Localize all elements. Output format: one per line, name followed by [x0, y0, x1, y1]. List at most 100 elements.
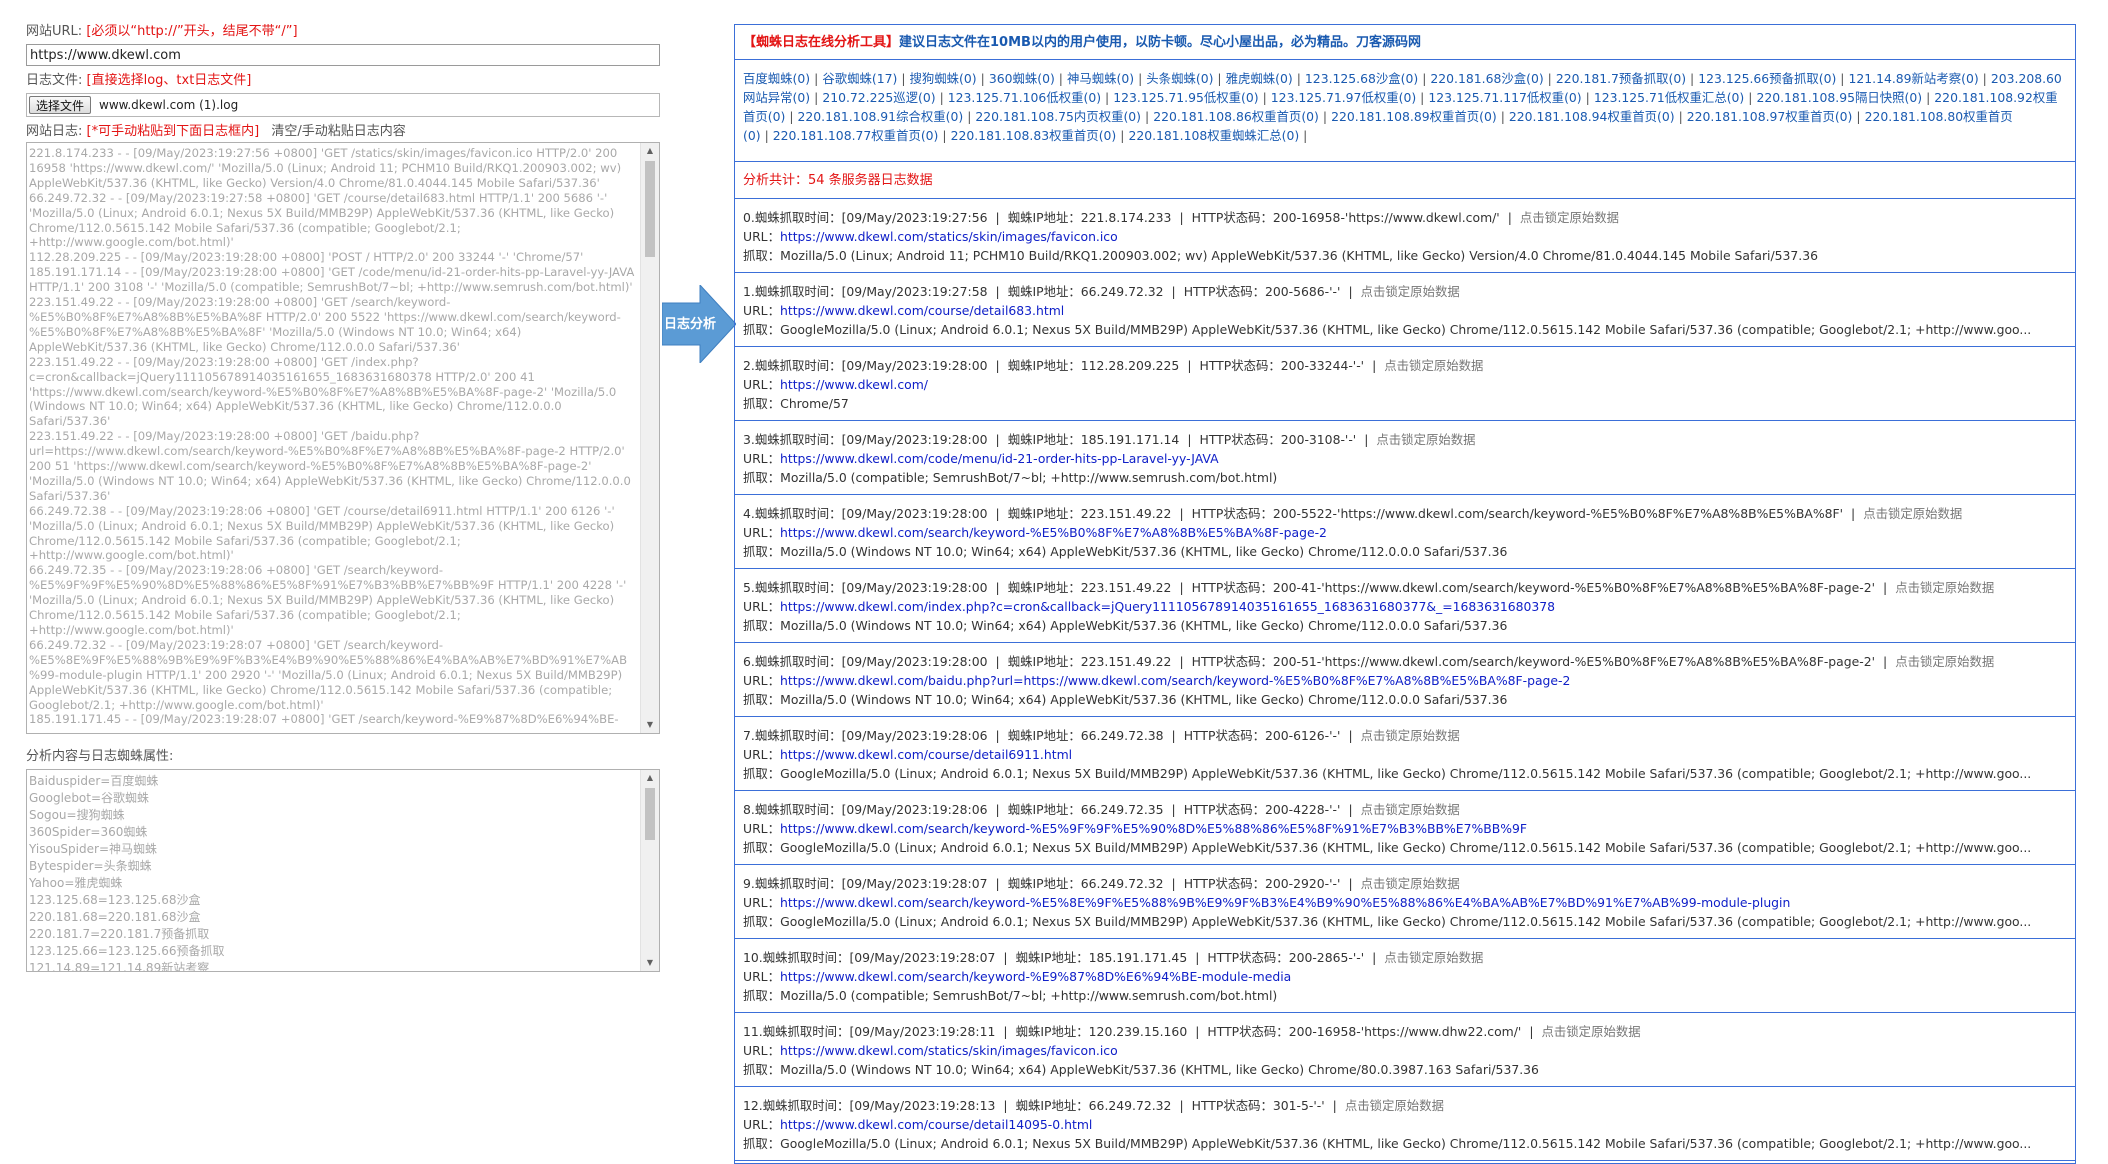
log-entry: 0.蜘蛛抓取时间：[09/May/2023:19:27:56 | 蜘蛛IP地址：22…: [735, 199, 2075, 273]
time-label: 蜘蛛抓取时间：: [762, 950, 850, 965]
log-hint: [*可手动粘贴到下面日志框内]: [86, 124, 260, 139]
lock-raw-data-link[interactable]: 点击锁定原始数据: [1361, 728, 1460, 743]
lock-raw-data-link[interactable]: 点击锁定原始数据: [1384, 950, 1483, 965]
ua-label: 抓取：: [743, 470, 781, 485]
entry-url-link[interactable]: https://www.dkewl.com/course/detail14095…: [780, 1117, 1092, 1132]
scroll-up-icon[interactable]: ▲: [641, 143, 659, 159]
ip-label: 蜘蛛IP地址：: [1007, 284, 1081, 299]
time-label: 蜘蛛抓取时间：: [754, 580, 842, 595]
log-entry: 3.蜘蛛抓取时间：[09/May/2023:19:28:00 | 蜘蛛IP地址：18…: [735, 421, 2075, 495]
separator: |: [995, 432, 1000, 447]
separator: |: [1547, 71, 1552, 86]
url-label-row: 网站URL: [必须以“http://”开头，结尾不带“/”]: [26, 22, 662, 42]
separator: |: [1883, 580, 1888, 595]
log-entry: 7.蜘蛛抓取时间：[09/May/2023:19:28:06 | 蜘蛛IP地址：66…: [735, 717, 2075, 791]
spider-count-item: 123.125.71低权重汇总(0): [1593, 90, 1745, 105]
time-label: 蜘蛛抓取时间：: [754, 506, 842, 521]
separator: |: [1678, 109, 1683, 124]
entry-index: 0.: [743, 210, 755, 225]
spider-count-item: 百度蜘蛛(0): [743, 71, 811, 86]
separator: |: [995, 876, 1000, 891]
http-status: 200-2865-'-': [1288, 950, 1365, 965]
separator: |: [789, 109, 794, 124]
lock-raw-data-link[interactable]: 点击锁定原始数据: [1361, 284, 1460, 299]
choose-file-button[interactable]: 选择文件: [29, 96, 92, 114]
log-textarea[interactable]: 221.8.174.233 - - [09/May/2023:19:27:56 …: [27, 143, 659, 733]
http-status: 200-33244-'-': [1280, 358, 1365, 373]
url-label: URL：: [743, 673, 780, 688]
spider-count-item: 123.125.71.97低权重(0): [1270, 90, 1417, 105]
clear-paste-link[interactable]: 清空/手动粘贴日志内容: [271, 124, 405, 139]
ip-label: 蜘蛛IP地址：: [1007, 654, 1081, 669]
log-entry: 4.蜘蛛抓取时间：[09/May/2023:19:28:00 | 蜘蛛IP地址：22…: [735, 495, 2075, 569]
entry-url-link[interactable]: https://www.dkewl.com/index.php?c=cron&c…: [780, 599, 1555, 614]
lock-raw-data-link[interactable]: 点击锁定原始数据: [1361, 802, 1460, 817]
entry-url-link[interactable]: https://www.dkewl.com/search/keyword-%E9…: [780, 969, 1291, 984]
entry-url-link[interactable]: https://www.dkewl.com/search/keyword-%E5…: [780, 525, 1327, 540]
lock-raw-data-link[interactable]: 点击锁定原始数据: [1361, 876, 1460, 891]
separator: |: [1179, 210, 1184, 225]
http-status: 200-16958-'https://www.dkewl.com/': [1272, 210, 1500, 225]
lock-raw-data-link[interactable]: 点击锁定原始数据: [1895, 580, 1994, 595]
attr-textarea[interactable]: Baiduspider=百度蜘蛛 Googlebot=谷歌蜘蛛 Sogou=搜狗…: [27, 770, 659, 971]
user-agent: Mozilla/5.0 (Windows NT 10.0; Win64; x64…: [780, 1062, 1539, 1077]
entry-url-link[interactable]: https://www.dkewl.com/course/detail6911.…: [780, 747, 1072, 762]
entry-ua-line: 抓取：Mozilla/5.0 (Windows NT 10.0; Win64; …: [743, 542, 2067, 561]
separator: |: [1145, 109, 1150, 124]
lock-raw-data-link[interactable]: 点击锁定原始数据: [1384, 358, 1483, 373]
spider-ip: 185.191.171.14: [1080, 432, 1180, 447]
time-label: 蜘蛛抓取时间：: [754, 654, 842, 669]
entry-index: 11.: [743, 1024, 763, 1039]
crawl-time: [09/May/2023:19:28:06: [841, 728, 988, 743]
spider-count-item: 220.181.68沙盒(0): [1430, 71, 1544, 86]
file-hint: [直接选择log、txt日志文件]: [86, 73, 252, 88]
separator: |: [814, 90, 819, 105]
spider-count-item: 220.181.108.75内页权重(0): [975, 109, 1142, 124]
lock-raw-data-link[interactable]: 点击锁定原始数据: [1863, 506, 1962, 521]
entry-ua-line: 抓取：Mozilla/5.0 (compatible; SemrushBot/7…: [743, 468, 2067, 487]
separator: |: [995, 210, 1000, 225]
analyze-arrow-button[interactable]: 日志分析: [662, 285, 736, 363]
lock-raw-data-link[interactable]: 点击锁定原始数据: [1520, 210, 1619, 225]
user-agent: GoogleMozilla/5.0 (Linux; Android 6.0.1;…: [780, 322, 2032, 337]
lock-raw-data-link[interactable]: 点击锁定原始数据: [1376, 432, 1475, 447]
analyze-label: 日志分析: [663, 317, 716, 332]
log-scrollbar[interactable]: ▲ ▼: [640, 143, 659, 733]
entry-url-line: URL：https://www.dkewl.com/code/menu/id-2…: [743, 449, 2067, 468]
entry-url-link[interactable]: https://www.dkewl.com/baidu.php?url=http…: [780, 673, 1570, 688]
file-label-row: 日志文件: [直接选择log、txt日志文件]: [26, 71, 662, 91]
crawl-time: [09/May/2023:19:28:00: [841, 580, 988, 595]
separator: |: [939, 90, 944, 105]
entry-url-link[interactable]: https://www.dkewl.com/statics/skin/image…: [780, 229, 1118, 244]
ua-label: 抓取：: [743, 322, 781, 337]
separator: |: [1883, 654, 1888, 669]
entry-url-link[interactable]: https://www.dkewl.com/statics/skin/image…: [780, 1043, 1118, 1058]
spider-count-item: 220.181.108.77权重首页(0): [772, 128, 939, 143]
entry-url-link[interactable]: https://www.dkewl.com/course/detail683.h…: [780, 303, 1064, 318]
entry-url-link[interactable]: https://www.dkewl.com/search/keyword-%E5…: [780, 821, 1527, 836]
lock-raw-data-link[interactable]: 点击锁定原始数据: [1542, 1024, 1641, 1039]
crawl-time: [09/May/2023:19:28:00: [841, 358, 988, 373]
lock-raw-data-link[interactable]: 点击锁定原始数据: [1345, 1098, 1444, 1113]
url-label: URL：: [743, 747, 780, 762]
spider-ip: 221.8.174.233: [1080, 210, 1172, 225]
site-url-input[interactable]: [26, 44, 660, 66]
url-hint: [必须以“http://”开头，结尾不带“/”]: [86, 24, 298, 39]
scroll-thumb[interactable]: [645, 161, 655, 257]
separator: |: [1840, 71, 1845, 86]
attr-scrollbar[interactable]: ▲ ▼: [640, 770, 659, 971]
entry-url-link[interactable]: https://www.dkewl.com/search/keyword-%E5…: [780, 895, 1790, 910]
scroll-up-icon[interactable]: ▲: [641, 770, 659, 786]
scroll-down-icon[interactable]: ▼: [641, 717, 659, 733]
entry-url-link[interactable]: https://www.dkewl.com/code/menu/id-21-or…: [780, 451, 1219, 466]
status-label: HTTP状态码：: [1183, 802, 1266, 817]
spider-count-item: 123.125.71.117低权重(0): [1428, 90, 1582, 105]
entry-meta-line: 4.蜘蛛抓取时间：[09/May/2023:19:28:00 | 蜘蛛IP地址：22…: [743, 504, 2067, 523]
spider-summary: 百度蜘蛛(0) | 谷歌蜘蛛(17) | 搜狗蜘蛛(0) | 360蜘蛛(0) | 神马蜘蛛(0…: [735, 60, 2075, 162]
scroll-thumb[interactable]: [645, 788, 655, 840]
lock-raw-data-link[interactable]: 点击锁定原始数据: [1895, 654, 1994, 669]
url-label: URL：: [743, 229, 780, 244]
entry-url-link[interactable]: https://www.dkewl.com/: [780, 377, 928, 392]
scroll-down-icon[interactable]: ▼: [641, 955, 659, 971]
crawl-time: [09/May/2023:19:28:07: [849, 950, 996, 965]
